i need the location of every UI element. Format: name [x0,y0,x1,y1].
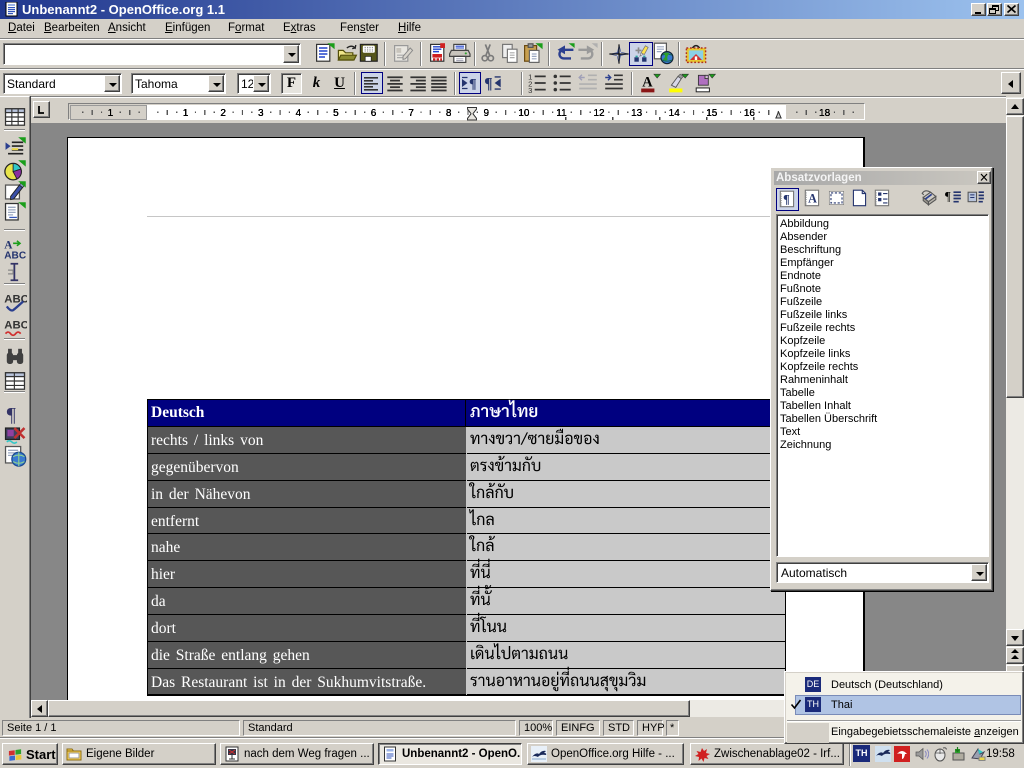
svg-text:A: A [642,74,653,90]
svg-text:13: 13 [631,108,643,119]
svg-text:2: 2 [220,108,226,119]
svg-text:3: 3 [258,108,264,119]
svg-text:14: 14 [669,108,681,119]
svg-text:3: 3 [528,86,532,94]
svg-text:¶: ¶ [484,76,492,93]
svg-text:10: 10 [518,108,530,119]
svg-text:18: 18 [819,108,831,119]
svg-text:1: 1 [183,108,189,119]
svg-text:4: 4 [296,108,302,119]
svg-text:ABC: ABC [4,320,27,332]
svg-text:¶: ¶ [469,77,477,92]
svg-text:¶: ¶ [945,190,951,204]
svg-text:7: 7 [408,108,414,119]
svg-text:6: 6 [371,108,377,119]
svg-text:ABC: ABC [4,294,27,306]
svg-text:15: 15 [706,108,718,119]
svg-text:¶: ¶ [7,404,16,425]
svg-text:A: A [808,191,817,205]
svg-text:5: 5 [333,108,339,119]
svg-text:¶: ¶ [783,192,790,206]
svg-text:1: 1 [108,108,114,119]
svg-text:8: 8 [446,108,452,119]
svg-text:9: 9 [484,108,490,119]
svg-text:12: 12 [593,108,605,119]
svg-text:11: 11 [556,108,567,119]
